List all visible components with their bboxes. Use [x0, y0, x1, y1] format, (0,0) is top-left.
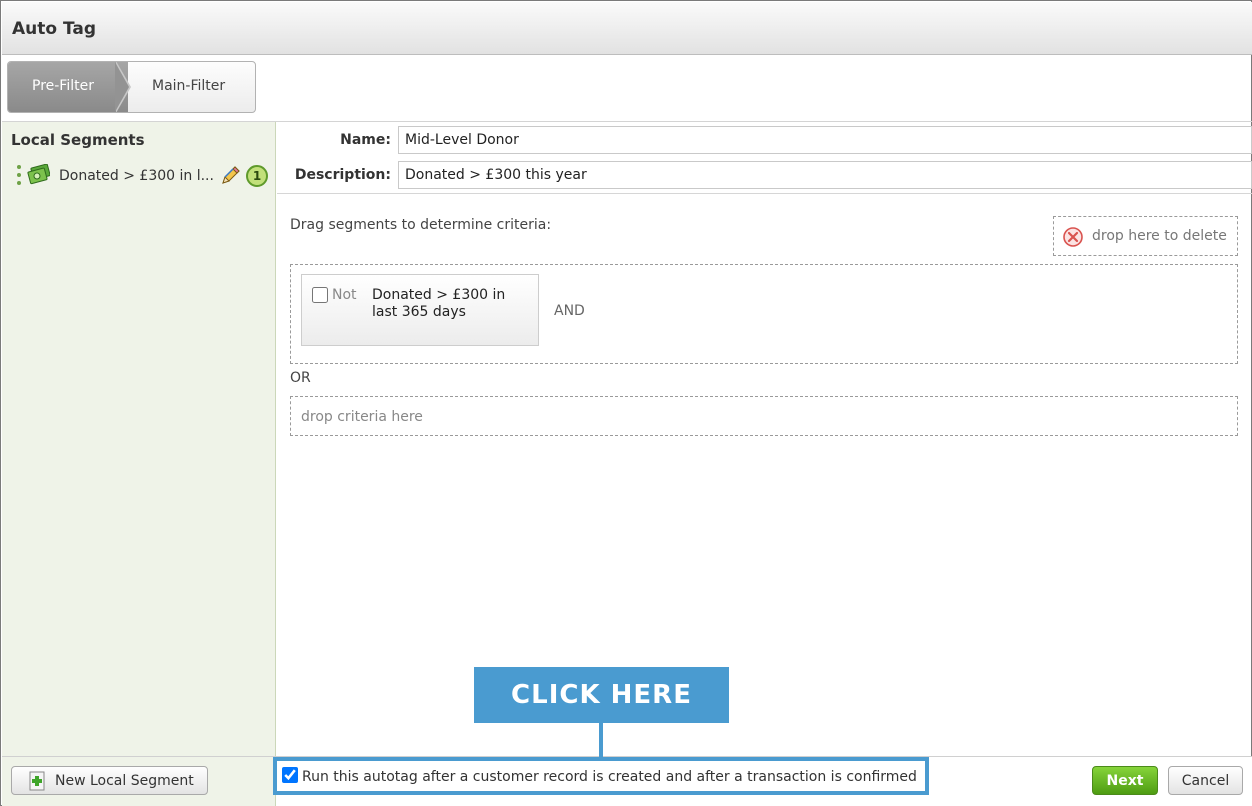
not-checkbox[interactable] [312, 287, 328, 303]
drop-placeholder: drop criteria here [301, 409, 423, 425]
criteria-drop-zone[interactable]: drop criteria here [290, 396, 1238, 436]
click-here-callout: CLICK HERE [474, 667, 729, 723]
or-label: OR [290, 370, 311, 386]
delete-drop-label: drop here to delete [1092, 228, 1227, 244]
criteria-group[interactable]: Not Donated > £300 in last 365 days AND [290, 264, 1238, 364]
drag-handle-icon[interactable] [17, 165, 23, 187]
and-label: AND [554, 303, 585, 319]
autorun-label: Run this autotag after a customer record… [302, 769, 917, 785]
pencil-icon[interactable] [219, 165, 241, 187]
step-main-filter[interactable]: Main-Filter [152, 78, 225, 94]
sidebar-title: Local Segments [11, 131, 145, 149]
money-icon [27, 164, 50, 185]
criteria-text: Donated > £300 in last 365 days [372, 287, 506, 320]
callout-connector [599, 723, 603, 757]
step-pre-filter-label: Pre-Filter [32, 78, 94, 94]
criteria-card[interactable]: Not Donated > £300 in last 365 days [301, 274, 539, 346]
step-pre-filter[interactable]: Pre-Filter [8, 62, 128, 112]
new-local-segment-label: New Local Segment [55, 773, 194, 789]
criteria-hint: Drag segments to determine criteria: [290, 217, 552, 233]
description-input[interactable] [398, 161, 1252, 189]
cancel-button[interactable]: Cancel [1168, 766, 1243, 795]
plus-document-icon [29, 771, 45, 791]
delete-drop-zone[interactable]: drop here to delete [1053, 216, 1238, 256]
not-label: Not [332, 287, 357, 303]
segment-item[interactable]: Donated > £300 in l... 1 [16, 164, 272, 188]
name-label: Name: [340, 132, 391, 148]
autorun-checkbox[interactable] [282, 767, 298, 783]
local-segments-sidebar: Local Segments Donated > £300 in l... 1 [2, 122, 276, 756]
close-circle-icon [1063, 227, 1083, 247]
step-arrow [115, 62, 129, 112]
auto-tag-window: Auto Tag Pre-Filter Main-Filter Local Se… [0, 0, 1252, 806]
next-button[interactable]: Next [1092, 766, 1158, 795]
title-bar: Auto Tag [2, 2, 1252, 55]
form-divider [277, 193, 1252, 194]
wizard-steps: Pre-Filter Main-Filter [7, 61, 256, 113]
segment-count-badge: 1 [246, 165, 268, 187]
name-input[interactable] [398, 126, 1252, 154]
description-label: Description: [294, 167, 391, 183]
new-local-segment-button[interactable]: New Local Segment [11, 766, 208, 795]
window-title: Auto Tag [12, 19, 97, 39]
segment-item-label: Donated > £300 in l... [59, 168, 214, 184]
